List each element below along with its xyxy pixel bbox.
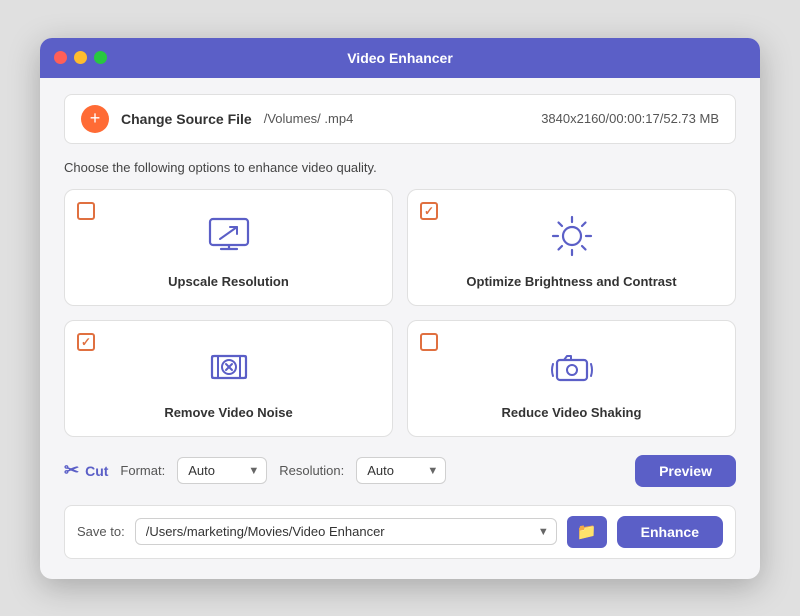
bottom-bar: Save to: ▼ 📁 Enhance — [64, 505, 736, 559]
app-window: Video Enhancer + Change Source File /Vol… — [40, 38, 760, 579]
toolbar: ✂ Cut Format: Auto MP4 MOV AVI MKV ▼ Res… — [64, 455, 736, 487]
camera-shake-icon — [544, 339, 600, 395]
brightness-label: Optimize Brightness and Contrast — [466, 274, 676, 289]
check-icon: ✓ — [81, 336, 91, 348]
resolution-select-wrapper: Auto 720p 1080p 4K ▼ — [356, 457, 446, 484]
upscale-checkbox[interactable] — [77, 202, 95, 220]
window-controls — [54, 51, 107, 64]
main-content: + Change Source File /Volumes/ .mp4 3840… — [40, 78, 760, 579]
add-source-button[interactable]: + — [81, 105, 109, 133]
brightness-checkbox[interactable]: ✓ — [420, 202, 438, 220]
hint-text: Choose the following options to enhance … — [64, 160, 736, 175]
source-meta: 3840x2160/00:00:17/52.73 MB — [541, 111, 719, 126]
options-grid: Upscale Resolution ✓ — [64, 189, 736, 437]
maximize-button[interactable] — [94, 51, 107, 64]
format-label: Format: — [120, 463, 165, 478]
titlebar: Video Enhancer — [40, 38, 760, 78]
scissors-icon: ✂ — [64, 460, 79, 481]
save-path-wrapper: ▼ — [135, 518, 557, 545]
change-source-label: Change Source File — [121, 111, 252, 127]
noise-label: Remove Video Noise — [164, 405, 292, 420]
monitor-upscale-icon — [201, 208, 257, 264]
save-to-label: Save to: — [77, 524, 125, 539]
option-upscale[interactable]: Upscale Resolution — [64, 189, 393, 306]
save-path-input[interactable] — [135, 518, 557, 545]
resolution-label: Resolution: — [279, 463, 344, 478]
option-stabilize[interactable]: Reduce Video Shaking — [407, 320, 736, 437]
preview-button[interactable]: Preview — [635, 455, 736, 487]
minimize-button[interactable] — [74, 51, 87, 64]
stabilize-checkbox[interactable] — [420, 333, 438, 351]
source-bar: + Change Source File /Volumes/ .mp4 3840… — [64, 94, 736, 144]
source-path: /Volumes/ .mp4 — [264, 111, 529, 126]
resolution-select[interactable]: Auto 720p 1080p 4K — [356, 457, 446, 484]
cut-button[interactable]: ✂ Cut — [64, 460, 108, 481]
window-title: Video Enhancer — [347, 50, 453, 66]
enhance-button[interactable]: Enhance — [617, 516, 723, 548]
format-select-wrapper: Auto MP4 MOV AVI MKV ▼ — [177, 457, 267, 484]
check-icon: ✓ — [424, 205, 434, 217]
option-noise[interactable]: ✓ Remove Video Noise — [64, 320, 393, 437]
upscale-label: Upscale Resolution — [168, 274, 289, 289]
folder-icon: 📁 — [577, 522, 597, 542]
option-brightness[interactable]: ✓ Optimize Brightness and — [407, 189, 736, 306]
stabilize-label: Reduce Video Shaking — [502, 405, 642, 420]
close-button[interactable] — [54, 51, 67, 64]
browse-folder-button[interactable]: 📁 — [567, 516, 607, 548]
noise-checkbox[interactable]: ✓ — [77, 333, 95, 351]
cut-label: Cut — [85, 463, 108, 479]
film-noise-icon — [201, 339, 257, 395]
format-select[interactable]: Auto MP4 MOV AVI MKV — [177, 457, 267, 484]
brightness-icon — [544, 208, 600, 264]
